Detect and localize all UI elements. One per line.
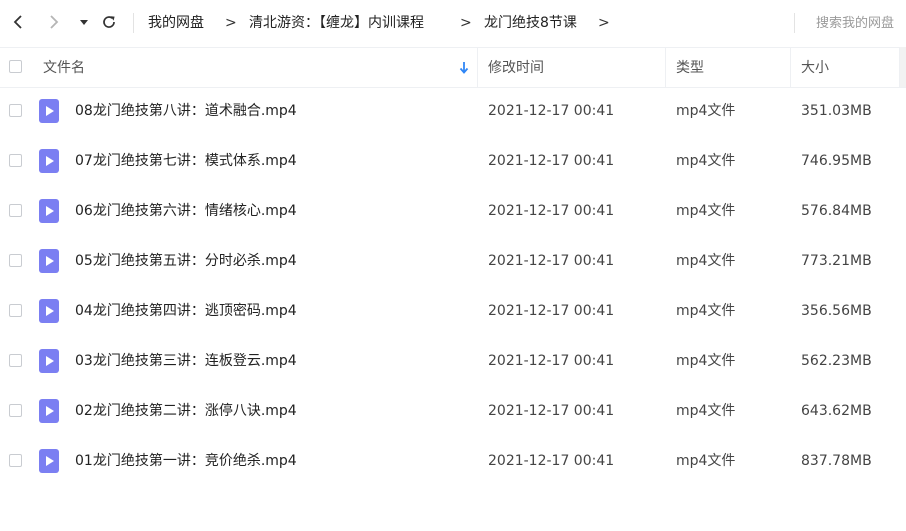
column-header-size[interactable]: 大小	[801, 58, 829, 78]
history-dropdown-button[interactable]	[74, 11, 94, 33]
table-row[interactable]: 03龙门绝技第三讲：连板登云.mp4 2021-12-17 00:41 mp4文…	[0, 336, 900, 386]
video-file-icon	[39, 349, 59, 373]
file-modified-time: 2021-12-17 00:41	[488, 353, 615, 369]
file-name[interactable]: 04龙门绝技第四讲：逃顶密码.mp4	[75, 301, 297, 321]
table-row[interactable]: 04龙门绝技第四讲：逃顶密码.mp4 2021-12-17 00:41 mp4文…	[0, 286, 900, 336]
file-type: mp4文件	[676, 103, 736, 119]
file-modified-time: 2021-12-17 00:41	[488, 203, 615, 219]
file-size: 562.23MB	[801, 353, 872, 369]
sort-down-arrow-icon[interactable]	[458, 60, 470, 76]
row-checkbox[interactable]	[9, 104, 22, 117]
video-file-icon	[39, 99, 59, 123]
refresh-button[interactable]	[99, 11, 119, 33]
breadcrumb-item-root[interactable]: 我的网盘	[148, 13, 204, 33]
column-header-name[interactable]: 文件名	[43, 58, 85, 78]
file-modified-time: 2021-12-17 00:41	[488, 153, 615, 169]
file-type: mp4文件	[676, 303, 736, 319]
row-checkbox[interactable]	[9, 154, 22, 167]
breadcrumb-separator: >	[225, 15, 237, 31]
file-type: mp4文件	[676, 453, 736, 469]
row-checkbox[interactable]	[9, 304, 22, 317]
table-row[interactable]: 08龙门绝技第八讲：道术融合.mp4 2021-12-17 00:41 mp4文…	[0, 86, 900, 136]
file-name[interactable]: 03龙门绝技第三讲：连板登云.mp4	[75, 351, 297, 371]
breadcrumb-separator: >	[460, 15, 472, 31]
column-header-modified[interactable]: 修改时间	[488, 58, 544, 78]
breadcrumb-item-current[interactable]: 龙门绝技8节课	[484, 13, 577, 33]
file-modified-time: 2021-12-17 00:41	[488, 303, 615, 319]
table-row[interactable]: 06龙门绝技第六讲：情绪核心.mp4 2021-12-17 00:41 mp4文…	[0, 186, 900, 236]
refresh-icon	[103, 16, 115, 28]
file-size: 576.84MB	[801, 203, 872, 219]
file-type: mp4文件	[676, 153, 736, 169]
file-modified-time: 2021-12-17 00:41	[488, 253, 615, 269]
table-header: 文件名 修改时间 类型 大小	[0, 47, 906, 88]
video-file-icon	[39, 199, 59, 223]
file-name[interactable]: 05龙门绝技第五讲：分时必杀.mp4	[75, 251, 297, 271]
table-row[interactable]: 07龙门绝技第七讲：模式体系.mp4 2021-12-17 00:41 mp4文…	[0, 136, 900, 186]
search-input[interactable]	[794, 12, 906, 34]
row-checkbox[interactable]	[9, 204, 22, 217]
file-size: 351.03MB	[801, 103, 872, 119]
row-checkbox[interactable]	[9, 254, 22, 267]
row-checkbox[interactable]	[9, 354, 22, 367]
file-size: 643.62MB	[801, 403, 872, 419]
table-row[interactable]: 01龙门绝技第一讲：竞价绝杀.mp4 2021-12-17 00:41 mp4文…	[0, 436, 900, 486]
file-name[interactable]: 06龙门绝技第六讲：情绪核心.mp4	[75, 201, 297, 221]
chevron-right-icon	[50, 15, 59, 29]
toolbar: 我的网盘 > 清北游资：【缠龙】内训课程 > 龙门绝技8节课 >	[0, 0, 906, 46]
column-divider[interactable]	[477, 48, 478, 87]
select-all-checkbox[interactable]	[9, 60, 22, 73]
file-name[interactable]: 02龙门绝技第二讲：涨停八诀.mp4	[75, 401, 297, 421]
column-divider[interactable]	[790, 48, 791, 87]
file-type: mp4文件	[676, 253, 736, 269]
file-type: mp4文件	[676, 403, 736, 419]
file-name[interactable]: 07龙门绝技第七讲：模式体系.mp4	[75, 151, 297, 171]
file-size: 773.21MB	[801, 253, 872, 269]
breadcrumb-item-course[interactable]: 清北游资：【缠龙】内训课程	[249, 13, 424, 33]
video-file-icon	[39, 399, 59, 423]
file-size: 746.95MB	[801, 153, 872, 169]
chevron-left-icon	[13, 15, 22, 29]
column-divider[interactable]	[665, 48, 666, 87]
file-name[interactable]: 01龙门绝技第一讲：竞价绝杀.mp4	[75, 451, 297, 471]
row-checkbox[interactable]	[9, 454, 22, 467]
scrollbar[interactable]	[900, 47, 906, 87]
video-file-icon	[39, 249, 59, 273]
video-file-icon	[39, 149, 59, 173]
file-size: 837.78MB	[801, 453, 872, 469]
column-header-type[interactable]: 类型	[676, 58, 704, 78]
file-size: 356.56MB	[801, 303, 872, 319]
file-type: mp4文件	[676, 353, 736, 369]
table-row[interactable]: 05龙门绝技第五讲：分时必杀.mp4 2021-12-17 00:41 mp4文…	[0, 236, 900, 286]
video-file-icon	[39, 299, 59, 323]
row-checkbox[interactable]	[9, 404, 22, 417]
breadcrumb-separator: >	[598, 15, 610, 31]
table-row[interactable]: 02龙门绝技第二讲：涨停八诀.mp4 2021-12-17 00:41 mp4文…	[0, 386, 900, 436]
caret-down-icon	[80, 20, 88, 25]
file-modified-time: 2021-12-17 00:41	[488, 403, 615, 419]
file-modified-time: 2021-12-17 00:41	[488, 103, 615, 119]
file-type: mp4文件	[676, 203, 736, 219]
toolbar-divider	[133, 13, 134, 33]
file-name[interactable]: 08龙门绝技第八讲：道术融合.mp4	[75, 101, 297, 121]
video-file-icon	[39, 449, 59, 473]
back-button[interactable]	[8, 11, 28, 33]
file-modified-time: 2021-12-17 00:41	[488, 453, 615, 469]
forward-button[interactable]	[44, 11, 64, 33]
